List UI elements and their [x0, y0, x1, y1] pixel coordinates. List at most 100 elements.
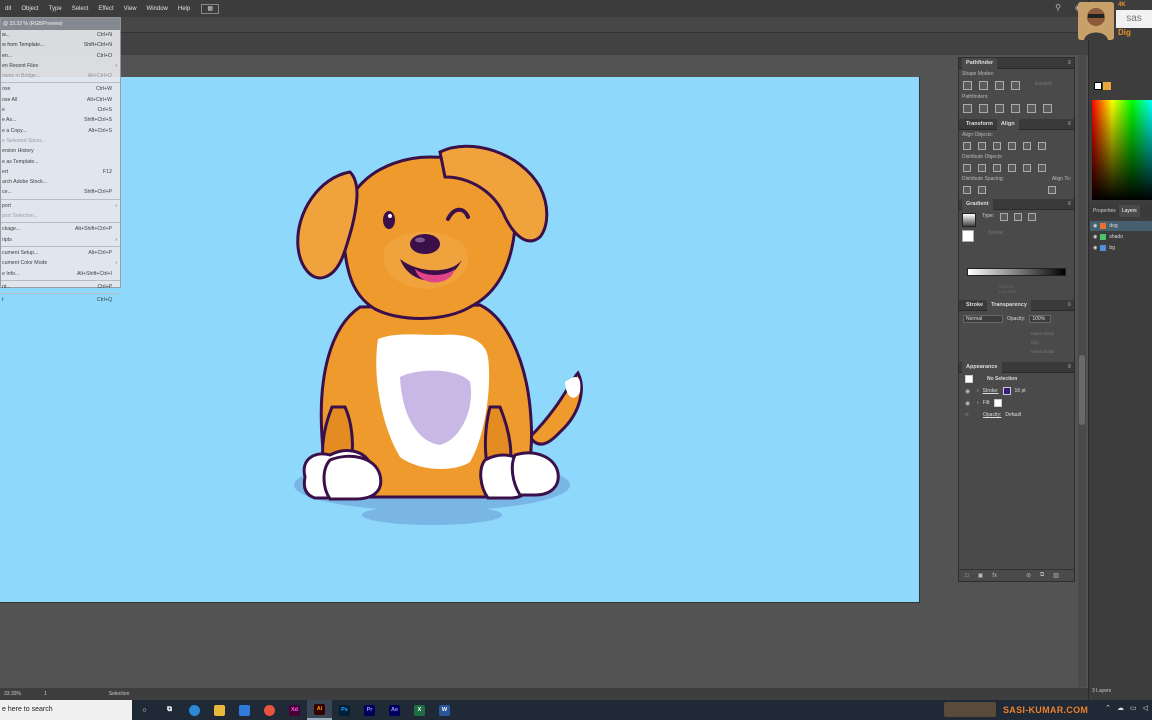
- layer-name[interactable]: dog: [1109, 223, 1117, 229]
- menu-edit[interactable]: dit: [0, 6, 16, 12]
- menu-window[interactable]: Window: [142, 6, 173, 12]
- distribute-bottom-icon[interactable]: [993, 164, 1001, 172]
- panel-menu-icon[interactable]: ≡: [1067, 121, 1071, 127]
- align-to-icon[interactable]: [1048, 186, 1056, 194]
- chrome-icon[interactable]: [257, 700, 282, 720]
- fill-swatch[interactable]: [1094, 82, 1102, 90]
- tab-transparency[interactable]: Transparency: [987, 299, 1031, 311]
- after-effects-app-icon[interactable]: Ae: [382, 700, 407, 720]
- grid-icon[interactable]: ▦: [201, 3, 220, 14]
- intersect-icon[interactable]: [995, 81, 1004, 90]
- file-menu-item[interactable]: ce... Shift+Ctrl+P: [1, 187, 120, 197]
- cloud-icon[interactable]: ☁: [1117, 704, 1124, 712]
- tab-pathfinder[interactable]: Pathfinder: [962, 57, 998, 69]
- vertical-scrollbar[interactable]: [1078, 55, 1086, 687]
- visibility-eye-icon[interactable]: ◉: [965, 400, 973, 407]
- file-menu-item[interactable]: e a Copy... Alt+Ctrl+S: [1, 126, 120, 136]
- duplicate-icon[interactable]: ⧉: [1040, 572, 1044, 579]
- task-view-icon[interactable]: ⧉: [157, 700, 182, 720]
- divide-icon[interactable]: [963, 104, 972, 113]
- gradient-preview[interactable]: [962, 213, 976, 227]
- align-right-icon[interactable]: [993, 142, 1001, 150]
- panel-menu-icon[interactable]: ≡: [1067, 302, 1071, 308]
- merge-icon[interactable]: [995, 104, 1004, 113]
- align-middle-icon[interactable]: [1023, 142, 1031, 150]
- file-menu-item[interactable]: ert F12: [1, 167, 120, 177]
- layer-name[interactable]: shado: [1109, 234, 1123, 240]
- menu-object[interactable]: Object: [16, 6, 43, 12]
- appearance-stroke-row[interactable]: ◉ › Stroke: 16 pt: [959, 385, 1074, 397]
- illustrator-app-icon[interactable]: Ai: [307, 700, 332, 720]
- horizontal-spacing-icon[interactable]: [978, 186, 986, 194]
- exclude-icon[interactable]: [1011, 81, 1020, 90]
- volume-icon[interactable]: ◁: [1143, 704, 1148, 712]
- file-menu-item[interactable]: e As... Shift+Ctrl+S: [1, 115, 120, 125]
- panel-menu-icon[interactable]: ≡: [1067, 60, 1071, 66]
- tab-align[interactable]: Align: [996, 118, 1019, 130]
- layer-visibility-eye-icon[interactable]: ◉: [1093, 223, 1097, 229]
- file-menu-item[interactable]: en... Ctrl+O: [1, 51, 120, 61]
- menu-select[interactable]: Select: [67, 6, 94, 12]
- distribute-hcenter-icon[interactable]: [1023, 164, 1031, 172]
- appearance-fill-label[interactable]: Fill:: [983, 400, 991, 406]
- unite-icon[interactable]: [963, 81, 972, 90]
- search-icon[interactable]: ⚲: [1055, 3, 1061, 12]
- menu-view[interactable]: View: [119, 6, 142, 12]
- align-bottom-icon[interactable]: [1038, 142, 1046, 150]
- trash-icon[interactable]: ▥: [1053, 572, 1059, 579]
- tab-gradient[interactable]: Gradient: [962, 198, 993, 210]
- file-menu-item[interactable]: w from Template... Shift+Ctrl+N: [1, 40, 120, 50]
- crop-icon[interactable]: [1011, 104, 1020, 113]
- file-menu-item[interactable]: e Ctrl+S: [1, 105, 120, 115]
- file-menu-item[interactable]: w... Ctrl+N: [1, 30, 120, 40]
- edge-icon[interactable]: [182, 700, 207, 720]
- invert-mask-checkbox[interactable]: Invert Mask: [1031, 347, 1074, 356]
- file-menu-item[interactable]: t Ctrl+Q: [1, 295, 120, 305]
- minus-front-icon[interactable]: [979, 81, 988, 90]
- file-menu-item[interactable]: e as Template...: [1, 157, 120, 167]
- file-menu-item[interactable]: ose Ctrl+W: [1, 84, 120, 94]
- word-app-icon[interactable]: W: [432, 700, 457, 720]
- clear-icon[interactable]: ⊘: [1026, 572, 1031, 579]
- photoshop-app-icon[interactable]: Ps: [332, 700, 357, 720]
- file-menu-item[interactable]: arch Adobe Stock...: [1, 177, 120, 187]
- tab-appearance[interactable]: Appearance: [962, 361, 1002, 373]
- outline-icon[interactable]: [1027, 104, 1036, 113]
- menu-type[interactable]: Type: [44, 6, 67, 12]
- radial-gradient-icon[interactable]: [1014, 213, 1023, 221]
- panel-menu-icon[interactable]: ≡: [1067, 364, 1071, 370]
- layer-row[interactable]: ◉ bg: [1090, 243, 1152, 253]
- file-menu-item[interactable]: ckage... Alt+Shift+Ctrl+P: [1, 224, 120, 234]
- menu-effect[interactable]: Effect: [93, 6, 118, 12]
- artboard-number[interactable]: 1: [44, 691, 47, 697]
- expand-button[interactable]: Expand: [1035, 81, 1052, 90]
- appearance-opacity-label[interactable]: Opacity:: [983, 412, 1001, 418]
- file-explorer-icon[interactable]: [207, 700, 232, 720]
- tab-properties[interactable]: Properties: [1090, 208, 1119, 214]
- file-menu-item[interactable]: cument Color Mode ›: [1, 258, 120, 268]
- distribute-left-icon[interactable]: [1008, 164, 1016, 172]
- layer-visibility-eye-icon[interactable]: ◉: [1093, 245, 1097, 251]
- align-center-icon[interactable]: [978, 142, 986, 150]
- align-top-icon[interactable]: [1008, 142, 1016, 150]
- appearance-stroke-label[interactable]: Stroke:: [983, 388, 999, 394]
- expand-arrow-icon[interactable]: ›: [977, 388, 979, 394]
- blend-mode-select[interactable]: Normal: [963, 315, 1003, 323]
- clip-checkbox[interactable]: Clip: [1031, 338, 1074, 347]
- tab-stroke[interactable]: Stroke: [962, 300, 987, 311]
- xd-app-icon[interactable]: Xd: [282, 700, 307, 720]
- appearance-fill-row[interactable]: ◉ › Fill:: [959, 397, 1074, 409]
- fx-icon[interactable]: fx: [992, 573, 997, 579]
- fill-none-swatch[interactable]: [994, 399, 1003, 407]
- taskbar-search[interactable]: e here to search: [0, 700, 132, 720]
- appearance-stroke-value[interactable]: 16 pt: [1015, 388, 1026, 394]
- cortana-icon[interactable]: ○: [132, 700, 157, 720]
- panel-menu-icon[interactable]: ≡: [1067, 201, 1071, 207]
- file-menu-item[interactable]: e Info... Alt+Shift+Ctrl+I: [1, 269, 120, 279]
- transparency-opacity-input[interactable]: 100%: [1029, 315, 1052, 323]
- menu-help[interactable]: Help: [173, 6, 195, 12]
- file-menu-item[interactable]: ose All Alt+Ctrl+W: [1, 95, 120, 105]
- distribute-right-icon[interactable]: [1038, 164, 1046, 172]
- layer-visibility-eye-icon[interactable]: ◉: [1093, 234, 1097, 240]
- premiere-app-icon[interactable]: Pr: [357, 700, 382, 720]
